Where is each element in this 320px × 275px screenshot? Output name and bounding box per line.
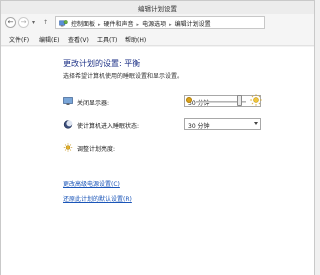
restore-defaults-link[interactable]: 还原此计划的默认设置(R)	[63, 194, 132, 203]
breadcrumb-item[interactable]: 编辑计划设置	[175, 21, 211, 28]
window: 编辑计划设置 ← → ▾ ↑ 控制面板 ▸ 硬件和声音 ▸ 电源选项 ▸ 编辑计划设置 文件…	[0, 0, 315, 275]
title-bar: 编辑计划设置	[1, 1, 314, 14]
window-title: 编辑计划设置	[138, 5, 177, 13]
sleep-moon-icon	[63, 120, 73, 129]
address-row: ← → ▾ ↑ 控制面板 ▸ 硬件和声音 ▸ 电源选项 ▸ 编辑计划设置	[1, 14, 314, 32]
breadcrumb-item[interactable]: 硬件和声音	[104, 21, 134, 28]
turn-off-display-label: 关闭显示器:	[77, 100, 110, 107]
menu-bar: 文件(F) 编辑(E) 查看(V) 工具(T) 帮助(H)	[1, 32, 314, 46]
page-title: 更改计划的设置: 平衡	[63, 59, 141, 68]
breadcrumb-item[interactable]: 控制面板	[71, 21, 95, 28]
menu-file[interactable]: 文件(F)	[9, 35, 29, 44]
address-bar[interactable]: 控制面板 ▸ 硬件和声音 ▸ 电源选项 ▸ 编辑计划设置	[55, 16, 265, 29]
recent-pages-dropdown-icon[interactable]: ▾	[32, 19, 35, 26]
sleep-value: 30 分钟	[188, 123, 210, 130]
dim-brightness-icon	[186, 97, 192, 103]
sleep-label: 使计算机进入睡眠状态:	[77, 123, 140, 130]
back-button[interactable]: ←	[5, 17, 16, 28]
brightness-slider-thumb[interactable]	[236, 95, 242, 106]
forward-button[interactable]: →	[18, 17, 29, 28]
menu-edit[interactable]: 编辑(E)	[39, 35, 59, 44]
breadcrumb-separator: ▸	[169, 22, 172, 28]
breadcrumb-separator: ▸	[136, 22, 140, 28]
sleep-select[interactable]: 30 分钟	[184, 118, 261, 130]
up-level-button[interactable]: ↑	[43, 19, 48, 26]
control-panel-icon	[59, 20, 68, 27]
breadcrumb: 控制面板 ▸ 硬件和声音 ▸ 电源选项 ▸ 编辑计划设置	[71, 19, 211, 28]
brightness-icon	[63, 143, 73, 152]
brightness-label: 调整计划亮度:	[77, 146, 116, 153]
breadcrumb-separator: ▸	[98, 22, 101, 28]
menu-tools[interactable]: 工具(T)	[97, 35, 117, 44]
menu-help[interactable]: 帮助(H)	[125, 35, 146, 44]
breadcrumb-item[interactable]: 电源选项	[142, 21, 166, 28]
bright-brightness-icon	[250, 94, 262, 106]
main-content: 更改计划的设置: 平衡 选择希望计算机使用的睡眠设置和显示设置。 关闭显示器: …	[1, 47, 314, 275]
advanced-power-settings-link[interactable]: 更改高级电源设置(C)	[63, 179, 120, 188]
page-subtitle: 选择希望计算机使用的睡眠设置和显示设置。	[63, 73, 184, 80]
menu-view[interactable]: 查看(V)	[68, 35, 89, 44]
chevron-down-icon	[254, 122, 258, 125]
monitor-icon	[63, 97, 73, 105]
